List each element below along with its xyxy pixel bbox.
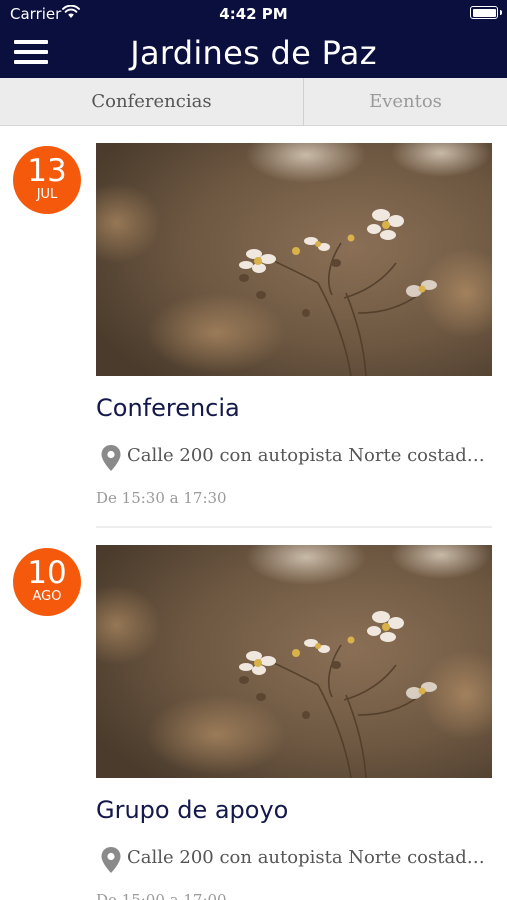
tab-conferencias[interactable]: Conferencias [0,78,304,126]
event-location: Calle 200 con autopista Norte costado... [100,442,493,472]
event-location: Calle 200 con autopista Norte costado... [100,844,493,874]
event-image[interactable] [96,545,492,778]
event-hours: De 15:00 a 17:00 [96,891,227,900]
event-list: 13 JUL Conferencia Calle 200 con autopis… [0,126,507,900]
event-title[interactable]: Conferencia [96,394,240,422]
event-hours: De 15:30 a 17:30 [96,489,227,507]
event-card[interactable]: 10 AGO Grupo de apoyo Calle 200 con auto… [0,528,507,900]
event-image[interactable] [96,143,492,376]
event-card[interactable]: 13 JUL Conferencia Calle 200 con autopis… [0,126,507,528]
location-pin-icon [101,445,121,471]
date-month: JUL [36,187,58,202]
tab-bar: Conferencias Eventos [0,78,507,126]
page-title: Jardines de Paz [130,34,377,72]
event-location-text: Calle 200 con autopista Norte costado... [127,445,493,466]
clock: 4:42 PM [219,5,288,23]
date-badge: 10 AGO [13,548,81,616]
event-location-text: Calle 200 con autopista Norte costado... [127,847,493,868]
app-header: Carrier 4:42 PM Jardines de Paz [0,0,507,78]
event-title[interactable]: Grupo de apoyo [96,796,288,824]
date-day: 10 [27,555,67,591]
date-month: AGO [32,589,62,604]
tab-eventos[interactable]: Eventos [304,78,507,126]
status-bar: Carrier 4:42 PM [0,0,507,28]
date-day: 13 [27,153,67,189]
location-pin-icon [101,847,121,873]
date-badge: 13 JUL [13,146,81,214]
battery-icon [470,6,502,19]
